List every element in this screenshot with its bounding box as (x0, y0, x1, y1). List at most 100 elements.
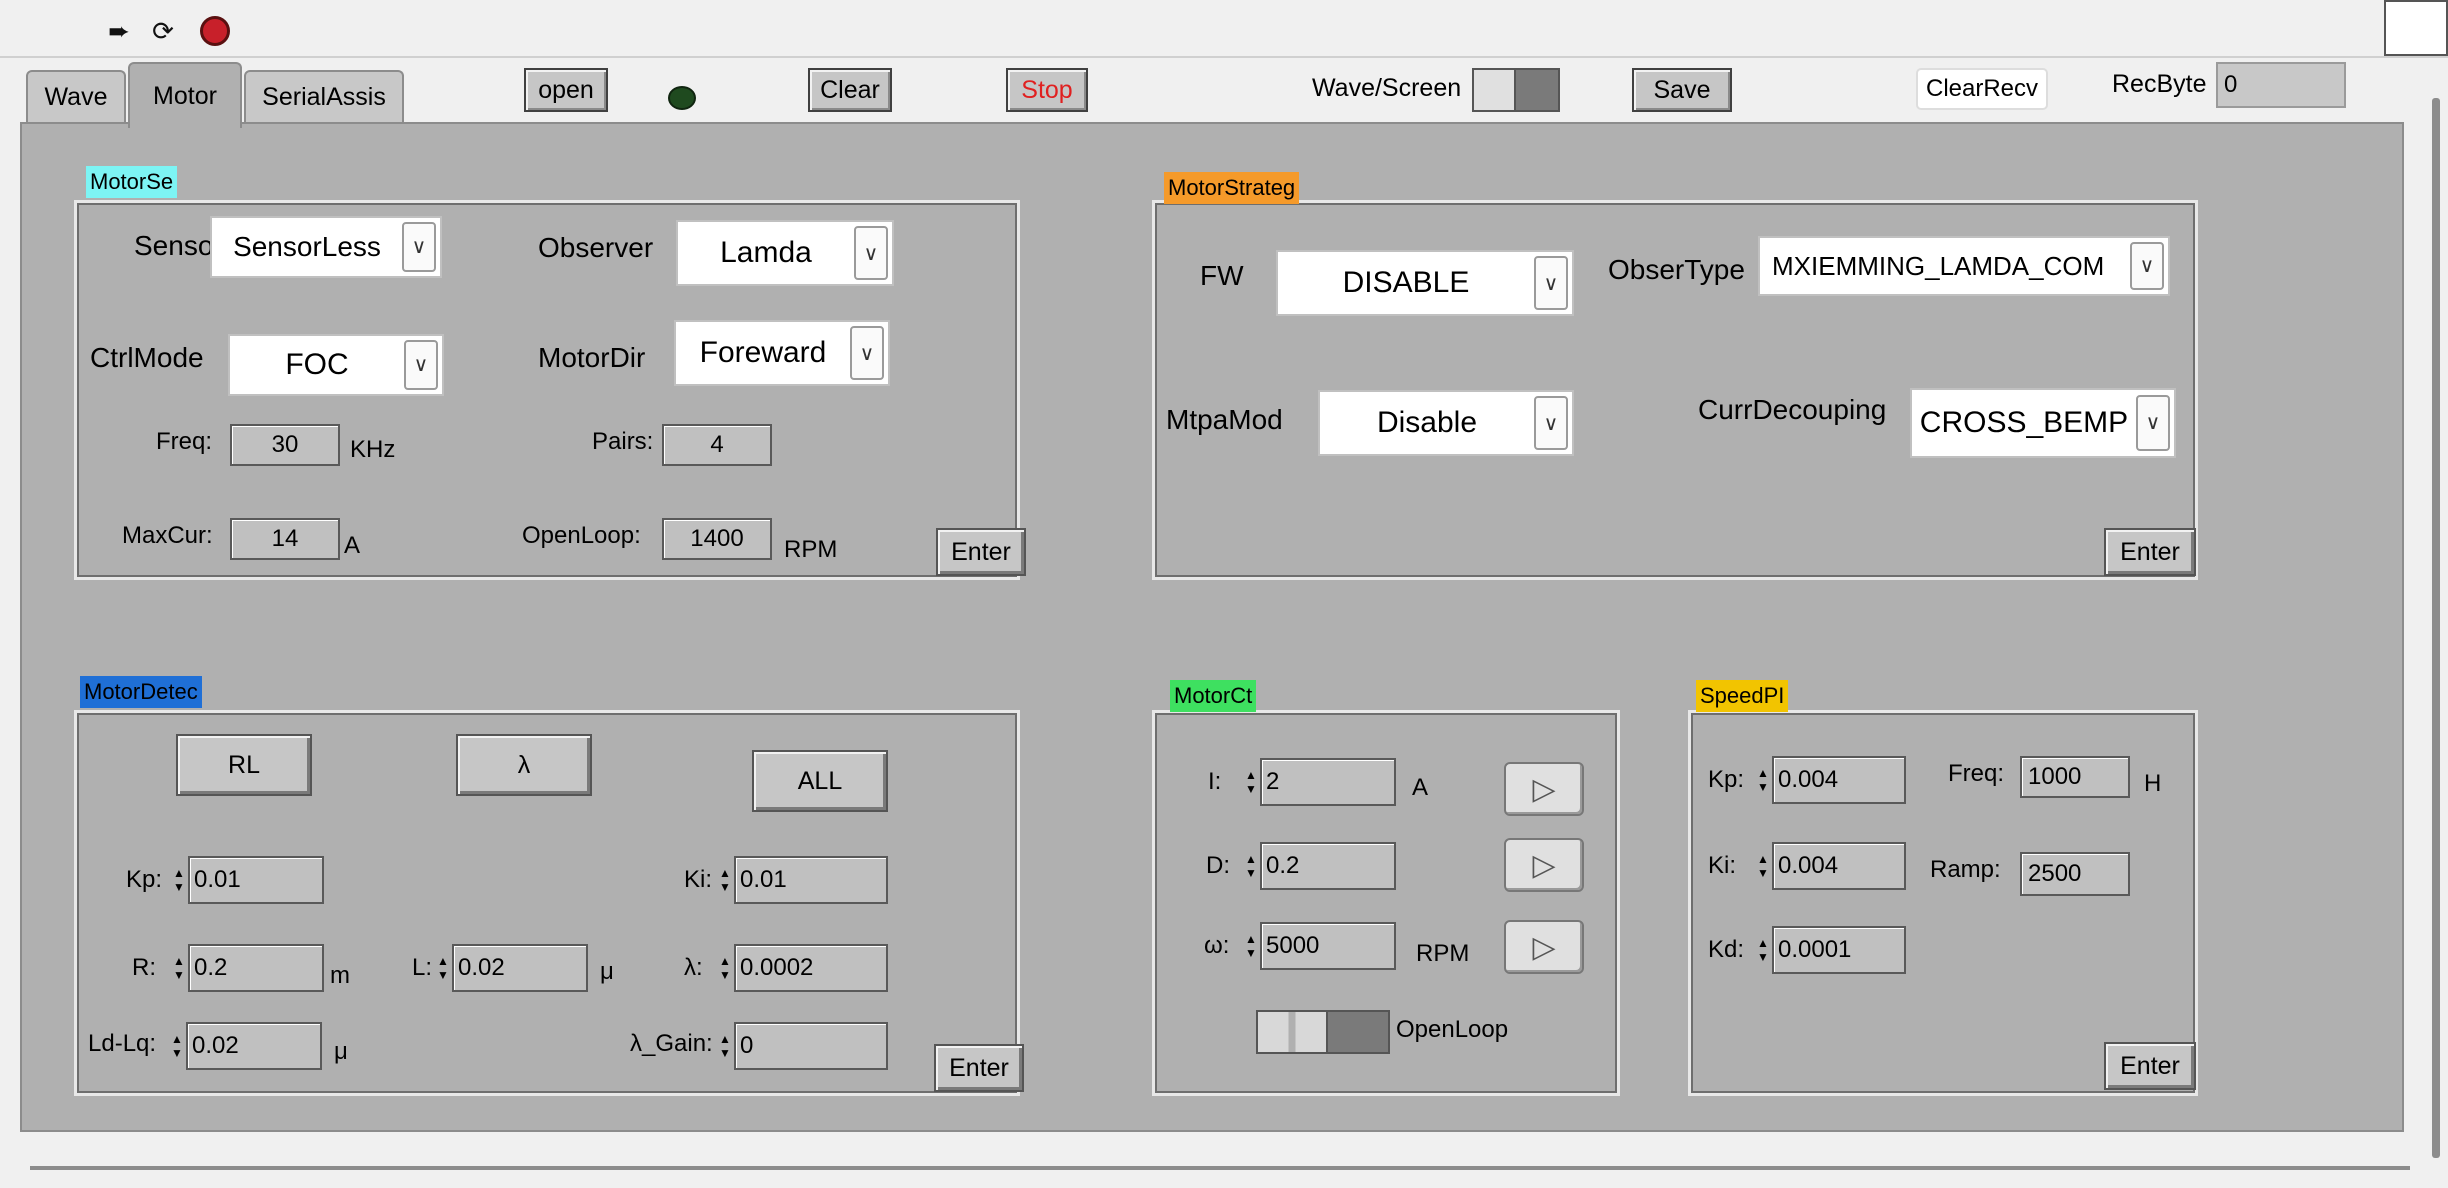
ctrl-w-run-button[interactable]: ▷ (1504, 920, 1584, 974)
spin-arrows-icon[interactable]: ▲ ▼ (170, 1032, 184, 1060)
toolbar: ➨ ⟳ (0, 0, 2448, 58)
spin-arrows-icon[interactable]: ▲ ▼ (718, 1032, 732, 1060)
spi-freq-unit: H (2144, 770, 2162, 797)
horizontal-scrollbar[interactable] (30, 1166, 2410, 1170)
spin-arrows-icon[interactable]: ▲ ▼ (172, 954, 186, 982)
spin-arrows-icon[interactable]: ▲ ▼ (1244, 932, 1258, 960)
detect-l-label: L: (412, 954, 433, 981)
detect-lambda-gain-field[interactable]: ▲ ▼ 0 (718, 1022, 888, 1070)
save-button[interactable]: Save (1632, 68, 1732, 112)
ctrl-i-label: I: (1208, 768, 1222, 795)
motor-dir-label: MotorDir (538, 342, 646, 373)
motor-settings-enter-button[interactable]: Enter (936, 528, 1026, 576)
ctrl-d-run-button[interactable]: ▷ (1504, 838, 1584, 892)
chevron-down-icon: ∨ (2130, 241, 2164, 291)
detect-lambda-gain-label: λ_Gain: (630, 1030, 713, 1057)
openloop-toggle-label: OpenLoop (1396, 1016, 1509, 1043)
sensor-select[interactable]: SensorLess ∨ (210, 216, 442, 278)
spi-kp-field[interactable]: ▲ ▼ 0.004 (1756, 756, 1906, 804)
detect-ldlq-field[interactable]: ▲ ▼ 0.02 (170, 1022, 322, 1070)
detect-r-field[interactable]: ▲ ▼ 0.2 (172, 944, 324, 992)
all-detect-button[interactable]: ALL (752, 750, 888, 812)
spin-arrows-icon[interactable]: ▲ ▼ (1244, 768, 1258, 796)
wave-screen-toggle[interactable] (1472, 68, 1560, 112)
detect-ldlq-unit: μ (334, 1038, 348, 1065)
openloop-label: OpenLoop: (522, 522, 641, 549)
fw-label: FW (1200, 260, 1244, 291)
spin-arrows-icon[interactable]: ▲ ▼ (1756, 766, 1770, 794)
motor-ctrl-title: MotorCt (1170, 680, 1257, 712)
stop-button[interactable]: Stop (1006, 68, 1088, 112)
rl-detect-button[interactable]: RL (176, 734, 312, 796)
tab-serialassis[interactable]: SerialAssis (244, 70, 404, 122)
spin-arrows-icon[interactable]: ▲ ▼ (172, 866, 186, 894)
observer-select[interactable]: Lamda ∨ (676, 220, 894, 286)
spi-freq-field[interactable]: 1000 (2020, 756, 2130, 798)
spi-ramp-field[interactable]: 2500 (2020, 852, 2130, 896)
detect-ki-field[interactable]: ▲ ▼ 0.01 (718, 856, 888, 904)
spi-ramp-label: Ramp: (1930, 856, 2001, 883)
spi-kd-field[interactable]: ▲ ▼ 0.0001 (1756, 926, 1906, 974)
detect-kp-field[interactable]: ▲ ▼ 0.01 (172, 856, 324, 904)
play-icon: ▷ (1532, 848, 1556, 882)
spin-arrows-icon[interactable]: ▲ ▼ (436, 954, 450, 982)
mtpa-select[interactable]: Disable ∨ (1318, 390, 1574, 456)
clear-recv-button[interactable]: ClearRecv (1916, 68, 2048, 110)
vertical-scrollbar[interactable] (2428, 58, 2448, 1158)
ctrl-i-field[interactable]: ▲ ▼ 2 (1244, 758, 1396, 806)
detect-lambda-label: λ: (684, 954, 703, 981)
chevron-down-icon: ∨ (850, 326, 884, 380)
speed-pi-enter-button[interactable]: Enter (2104, 1042, 2196, 1090)
run-continuous-icon[interactable]: ⟳ (148, 16, 178, 46)
run-arrow-icon[interactable]: ➨ (104, 16, 134, 46)
openloop-field[interactable]: 1400 (662, 518, 772, 560)
obser-type-label: ObserType (1608, 254, 1745, 285)
detect-r-label: R: (132, 954, 156, 981)
tab-wave[interactable]: Wave (26, 70, 126, 122)
spin-arrows-icon[interactable]: ▲ ▼ (1756, 936, 1770, 964)
ctrl-mode-select[interactable]: FOC ∨ (228, 334, 444, 396)
spin-arrows-icon[interactable]: ▲ ▼ (718, 954, 732, 982)
pairs-label: Pairs: (592, 428, 654, 455)
maxcur-field[interactable]: 14 (230, 518, 340, 560)
lambda-detect-button[interactable]: λ (456, 734, 592, 796)
chevron-down-icon: ∨ (1534, 256, 1568, 310)
connection-led (668, 86, 696, 110)
ctrl-i-run-button[interactable]: ▷ (1504, 762, 1584, 816)
motor-detect-enter-button[interactable]: Enter (934, 1044, 1024, 1092)
openloop-toggle[interactable] (1256, 1010, 1390, 1054)
ctrl-i-unit: A (1412, 774, 1429, 801)
spin-arrows-icon[interactable]: ▲ ▼ (718, 866, 732, 894)
observer-label: Observer (538, 232, 654, 263)
pairs-field[interactable]: 4 (662, 424, 772, 466)
maxcur-unit: A (344, 532, 361, 559)
mtpa-label: MtpaMod (1166, 404, 1283, 435)
rec-byte-value: 0 (2216, 62, 2346, 108)
abort-stop-icon[interactable] (200, 16, 230, 46)
ctrl-w-label: ω: (1204, 932, 1230, 959)
spi-ki-field[interactable]: ▲ ▼ 0.004 (1756, 842, 1906, 890)
spi-ki-label: Ki: (1708, 852, 1737, 879)
detect-lambda-field[interactable]: ▲ ▼ 0.0002 (718, 944, 888, 992)
curr-decoupling-label: CurrDecouping (1698, 394, 1887, 425)
spi-kp-label: Kp: (1708, 766, 1745, 793)
rec-byte-label: RecByte (2112, 70, 2207, 98)
tab-motor[interactable]: Motor (128, 62, 242, 128)
motor-dir-select[interactable]: Foreward ∨ (674, 320, 890, 386)
fw-select[interactable]: DISABLE ∨ (1276, 250, 1574, 316)
obser-type-select[interactable]: MXIEMMING_LAMDA_COM ∨ (1758, 236, 2170, 296)
open-button[interactable]: open (524, 68, 608, 112)
clear-button[interactable]: Clear (808, 68, 892, 112)
spin-arrows-icon[interactable]: ▲ ▼ (1244, 852, 1258, 880)
detect-l-field[interactable]: ▲ ▼ 0.02 (436, 944, 588, 992)
ctrl-d-field[interactable]: ▲ ▼ 0.2 (1244, 842, 1396, 890)
motor-strategy-enter-button[interactable]: Enter (2104, 528, 2196, 576)
curr-decoupling-select[interactable]: CROSS_BEMP ∨ (1910, 388, 2176, 458)
chevron-down-icon: ∨ (854, 226, 888, 280)
freq-field[interactable]: 30 (230, 424, 340, 466)
ctrl-w-field[interactable]: ▲ ▼ 5000 (1244, 922, 1396, 970)
chevron-down-icon: ∨ (402, 221, 436, 273)
detect-ki-label: Ki: (684, 866, 713, 893)
freq-label: Freq: (156, 428, 213, 455)
spin-arrows-icon[interactable]: ▲ ▼ (1756, 852, 1770, 880)
